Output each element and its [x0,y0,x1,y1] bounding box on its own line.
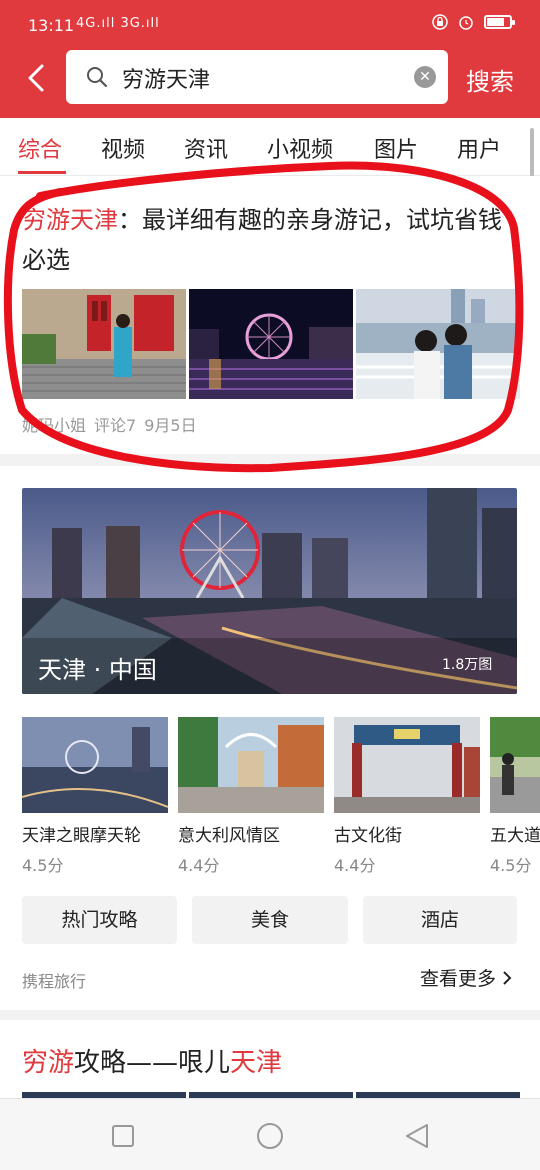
search-icon [87,67,108,88]
article-meta: 妮玛小姐 评论7 9月5日 [22,412,205,436]
poi-name: 天津之眼摩天轮 [22,826,141,846]
back-button[interactable] [18,56,54,100]
poi-image [178,717,324,813]
lock-icon [432,14,448,30]
tab-视频[interactable]: 视频 [101,132,145,164]
article-image-building [22,289,186,399]
chip-美食[interactable]: 美食 [192,896,348,944]
poi-image [334,717,480,813]
search-input[interactable]: 穷游天津 ✕ [66,50,448,104]
poi-list: 天津之眼摩天轮 4.5分 意大利风情区 4.4分 古文化街 4.4分 五大道 4… [22,717,540,877]
chip-热门攻略[interactable]: 热门攻略 [22,896,177,944]
tab-小视频[interactable]: 小视频 [267,132,333,164]
poi-score: 4.4分 [178,856,220,875]
source-label: 携程旅行 [22,972,87,991]
screen: 13:11 4G.ıll 3G.ıll 穷游天津 ✕ 搜索 综合 视频 资讯 小… [0,0,540,1170]
article-image-ferris-wheel [189,289,353,399]
poi-image [490,717,540,813]
poi-image [22,717,168,813]
poi-score: 4.4分 [334,856,376,875]
guide-title-part: 穷游 [22,1048,75,1078]
poi-score: 4.5分 [490,856,532,875]
chip-酒店[interactable]: 酒店 [363,896,517,944]
status-bar: 13:11 4G.ıll 3G.ıll [0,0,540,52]
poi-item[interactable]: 五大道 4.5分 [490,717,540,876]
see-more-link[interactable]: 查看更多 [420,964,512,991]
triangle-back-icon [406,1124,428,1148]
tab-资讯[interactable]: 资讯 [184,132,228,164]
see-more-label: 查看更多 [420,968,497,990]
title-highlight: 穷游天津 [22,206,118,234]
article-images [22,289,520,399]
app-header: 13:11 4G.ıll 3G.ıll 穷游天津 ✕ 搜索 [0,0,540,118]
back-nav-button[interactable] [402,1121,432,1151]
article-title[interactable]: 穷游天津：最详细有趣的亲身游记，试坑省钱必选 [22,200,512,280]
poi-name: 意大利风情区 [178,826,280,846]
battery-fill [487,18,504,26]
chevron-left-icon [28,64,44,92]
banner-title: 天津 · 中国 [38,656,157,684]
tab-bar: 综合 视频 资讯 小视频 图片 用户 [0,118,540,176]
article-author[interactable]: 妮玛小姐 [22,416,86,435]
article-date: 9月5日 [144,416,197,435]
guide-title-part: 天津 [230,1048,283,1078]
chevron-right-icon [503,971,512,985]
travel-card: 天津 · 中国 1.8万图 天津之眼摩天轮 4.5分 意大利风情区 4.4分 古… [0,466,540,1010]
article-image-couple [356,289,520,399]
article-card[interactable]: 穷游天津：最详细有趣的亲身游记，试坑省钱必选 妮玛小姐 评论7 9月5日 [0,176,540,454]
poi-item[interactable]: 天津之眼摩天轮 4.5分 [22,717,168,876]
poi-name: 五大道 [490,826,540,846]
guide-title-part: 攻略——哏儿 [74,1048,231,1078]
status-time: 13:11 [28,16,75,35]
tab-综合[interactable]: 综合 [18,132,62,164]
signal-indicator: 4G.ıll 3G.ıll [76,16,160,31]
poi-item[interactable]: 意大利风情区 4.4分 [178,717,324,876]
poi-score: 4.5分 [22,856,64,875]
poi-item[interactable]: 古文化街 4.4分 [334,717,480,876]
clear-icon[interactable]: ✕ [414,66,436,88]
battery-icon [484,15,515,29]
active-tab-indicator [18,171,66,174]
home-button[interactable] [255,1121,285,1151]
system-nav-bar [0,1098,540,1170]
square-icon [112,1125,134,1147]
banner-photo-count: 1.8万图 [442,657,493,673]
tab-图片[interactable]: 图片 [374,132,418,164]
search-button[interactable]: 搜索 [466,62,514,97]
recents-button[interactable] [108,1121,138,1151]
alarm-icon [459,16,473,30]
poi-name: 古文化街 [334,826,402,846]
circle-icon [257,1123,283,1149]
status-icons [432,14,515,30]
search-query: 穷游天津 [122,68,211,93]
guide-title: 穷游攻略——哏儿天津 [22,1042,282,1079]
tab-用户[interactable]: 用户 [457,132,501,164]
article-comments: 评论7 [94,416,137,435]
